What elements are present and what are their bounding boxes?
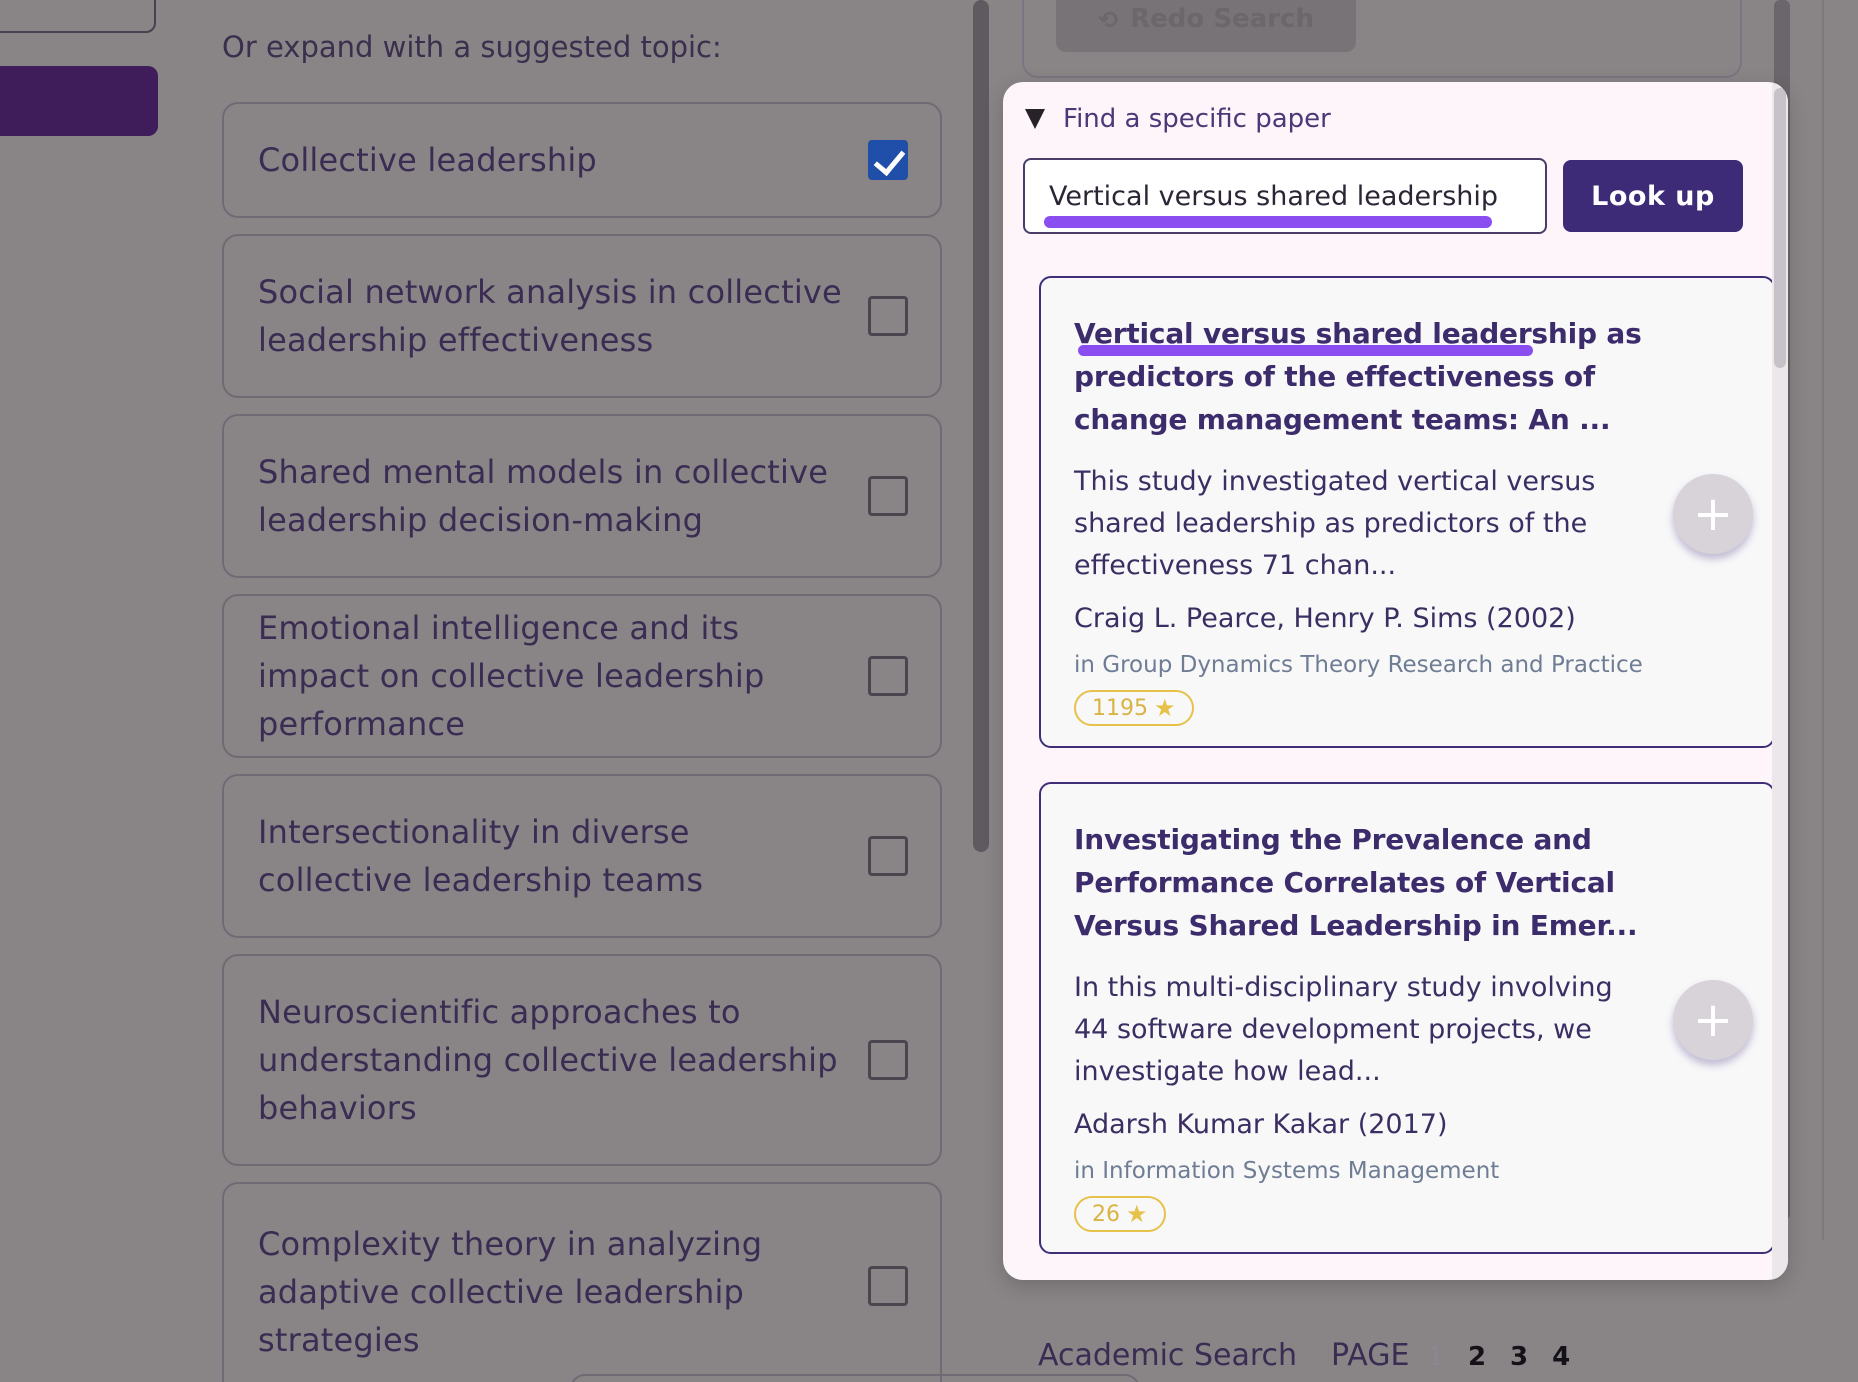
topic-checkbox[interactable] [868,836,908,876]
topic-card[interactable]: Complexity theory in analyzing adaptive … [222,1182,942,1382]
disclosure-triangle-icon [1025,109,1045,129]
refresh-icon: ⟲ [1098,6,1119,34]
redo-search-label: Redo Search [1130,4,1314,34]
citation-count: 1195 [1092,695,1148,721]
input-highlight-underline [1044,216,1492,228]
add-paper-button[interactable]: + [1673,980,1753,1060]
find-paper-popup: Find a specific paper Look up Vertical v… [1003,82,1788,1280]
result-authors: Craig L. Pearce, Henry P. Sims (2002) [1074,603,1576,634]
result-title[interactable]: Investigating the Prevalence and Perform… [1074,818,1674,947]
topic-card[interactable]: Social network analysis in collective le… [222,234,942,398]
topic-checkbox[interactable] [868,296,908,336]
find-paper-label: Find a specific paper [1063,104,1331,134]
find-paper-toggle[interactable]: Find a specific paper [1025,104,1331,134]
pagination-footer: Academic Search PAGE 1 2 3 4 [1038,1338,1594,1373]
topic-card[interactable]: Shared mental models in collective leade… [222,414,942,578]
citation-badge: 1195 ★ [1074,690,1194,726]
left-input-box[interactable] [0,0,156,33]
topic-label: Neuroscientific approaches to understand… [258,993,838,1127]
result-venue: in Information Systems Management [1074,1158,1500,1184]
page-link[interactable]: 2 [1468,1342,1486,1372]
redo-search-button[interactable]: ⟲ Redo Search [1056,0,1356,52]
left-scrollbar[interactable] [973,0,989,852]
topic-checkbox[interactable] [868,1266,908,1306]
add-paper-button[interactable]: + [1673,474,1753,554]
topic-card[interactable]: Neuroscientific approaches to understand… [222,954,942,1166]
star-icon: ★ [1126,1200,1148,1228]
star-icon: ★ [1154,694,1176,722]
topic-card[interactable]: Collective leadership [222,102,942,218]
page-link[interactable]: 3 [1510,1342,1528,1372]
page-label: PAGE [1331,1338,1410,1373]
result-title-text: Vertical versus shared leadership as pre… [1074,317,1642,436]
topic-checkbox[interactable] [868,1040,908,1080]
topic-label: Social network analysis in collective le… [258,273,842,359]
result-authors: Adarsh Kumar Kakar (2017) [1074,1109,1448,1140]
citation-badge: 26 ★ [1074,1196,1166,1232]
divider [1822,0,1824,1240]
topic-label: Complexity theory in analyzing adaptive … [258,1225,763,1359]
citation-count: 26 [1092,1201,1120,1227]
result-title[interactable]: Vertical versus shared leadership as pre… [1074,312,1674,441]
topic-label: Shared mental models in collective leade… [258,453,829,539]
title-highlight-underline [1078,345,1533,356]
bottom-pill[interactable] [570,1374,1140,1382]
topic-card[interactable]: Intersectionality in diverse collective … [222,774,942,938]
result-card: Investigating the Prevalence and Perform… [1039,782,1775,1254]
popup-scrollbar[interactable] [1772,82,1788,1280]
brand-label: Academic Search [1038,1338,1298,1373]
topic-label: Collective leadership [258,141,597,179]
topic-label: Intersectionality in diverse collective … [258,813,704,899]
result-card: Vertical versus shared leadership as pre… [1039,276,1775,748]
left-primary-button[interactable] [0,66,158,136]
result-abstract: This study investigated vertical versus … [1074,466,1596,581]
page-link[interactable]: 4 [1552,1342,1570,1372]
popup-scroll-thumb[interactable] [1774,88,1786,368]
topic-card[interactable]: Emotional intelligence and its impact on… [222,594,942,758]
result-abstract: In this multi-disciplinary study involvi… [1074,972,1613,1087]
suggested-topic-label: Or expand with a suggested topic: [222,30,722,64]
topic-checkbox[interactable] [868,140,908,180]
page-link-current[interactable]: 1 [1427,1342,1444,1372]
result-venue: in Group Dynamics Theory Research and Pr… [1074,652,1643,678]
topic-checkbox[interactable] [868,476,908,516]
topic-label: Emotional intelligence and its impact on… [258,609,765,743]
topic-checkbox[interactable] [868,656,908,696]
look-up-button[interactable]: Look up [1563,160,1743,232]
